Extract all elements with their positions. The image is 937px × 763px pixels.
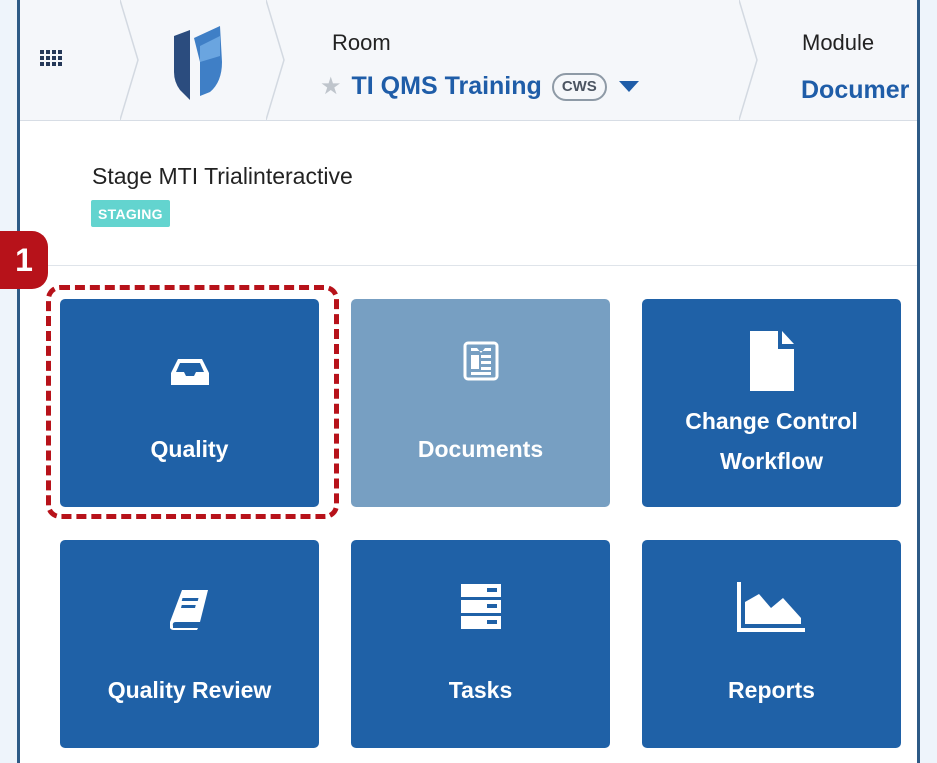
- quality-review-tile[interactable]: Quality Review: [60, 540, 319, 748]
- module-label: Module: [802, 30, 875, 55]
- environment-badge: STAGING: [91, 200, 170, 227]
- app-frame: Room ★ TI QMS Training CWS Module Docume…: [17, 0, 920, 763]
- tile-label: Documents: [417, 436, 544, 462]
- breadcrumb-separator: [120, 0, 139, 120]
- room-type-badge: CWS: [551, 72, 607, 101]
- book-icon: [60, 588, 319, 630]
- tile-label: Tasks: [448, 677, 513, 703]
- tile-label: Reports: [728, 677, 815, 703]
- tile-label-line2: Workflow: [719, 448, 824, 474]
- divider: [20, 265, 917, 266]
- company-logo[interactable]: [170, 22, 226, 102]
- document-icon: [351, 341, 610, 381]
- file-icon: [642, 329, 901, 393]
- server-icon: [351, 584, 610, 630]
- documents-tile[interactable]: Documents: [351, 299, 610, 507]
- favorite-star-icon[interactable]: ★: [320, 74, 342, 99]
- area-chart-icon: [642, 582, 901, 632]
- app-launcher-icon[interactable]: [40, 50, 64, 72]
- tile-label: Quality Review: [107, 677, 272, 703]
- workspace-name: Stage MTI Trialinteractive: [92, 163, 353, 189]
- tile-label-line1: Change Control: [685, 408, 858, 434]
- room-label: Room: [332, 30, 391, 55]
- top-navigation-bar: Room ★ TI QMS Training CWS Module Docume…: [20, 0, 917, 121]
- breadcrumb-separator: [266, 0, 285, 120]
- module-selector[interactable]: Documer: [801, 76, 909, 105]
- tasks-tile[interactable]: Tasks: [351, 540, 610, 748]
- room-name[interactable]: TI QMS Training: [352, 72, 542, 101]
- breadcrumb-separator: [739, 0, 758, 120]
- step-number-badge: 1: [0, 231, 48, 289]
- reports-tile[interactable]: Reports: [642, 540, 901, 748]
- room-selector[interactable]: ★ TI QMS Training CWS: [320, 72, 639, 101]
- step-highlight-box: [46, 285, 339, 519]
- change-control-workflow-tile[interactable]: Change Control Workflow: [642, 299, 901, 507]
- chevron-down-icon[interactable]: [618, 81, 639, 92]
